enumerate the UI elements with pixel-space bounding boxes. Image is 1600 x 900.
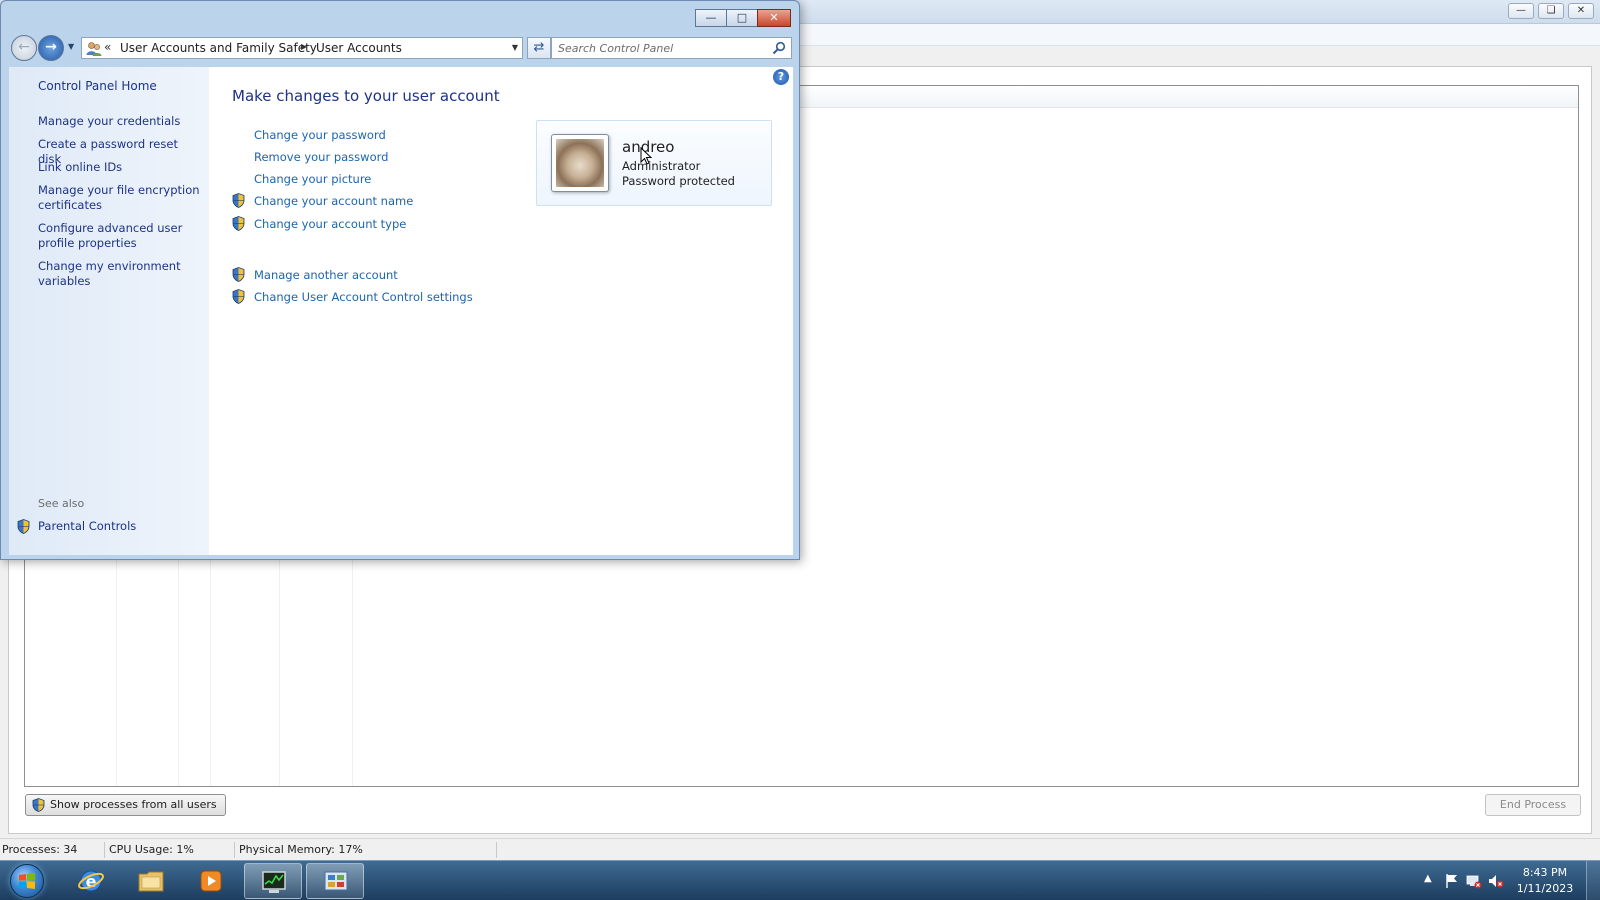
back-button[interactable]: ← [11, 35, 37, 61]
network-icon[interactable] [1466, 873, 1482, 889]
windows-logo-icon [19, 873, 35, 889]
change-uac-settings-link[interactable]: Change User Account Control settings [254, 290, 473, 304]
status-memory: Physical Memory: 17% [239, 843, 363, 856]
breadcrumb-overflow[interactable]: « [104, 40, 111, 54]
minimize-button[interactable]: — [695, 9, 727, 27]
uac-shield-icon [232, 289, 245, 307]
page-title: Make changes to your user account [232, 87, 500, 105]
show-processes-all-users-button[interactable]: Show processes from all users [25, 794, 226, 816]
change-account-type-link[interactable]: Change your account type [254, 217, 406, 231]
status-separator [104, 842, 105, 858]
see-also-label: See also [38, 497, 85, 510]
manage-file-encryption-certificates-link[interactable]: Manage your file encryption certificates [38, 183, 203, 213]
left-task-pane: Control Panel Home Manage your credentia… [9, 67, 209, 555]
forward-button[interactable]: → [38, 35, 64, 61]
mouse-pointer-icon [640, 146, 653, 168]
maximize-button[interactable]: □ [726, 9, 758, 27]
account-picture[interactable] [551, 134, 609, 192]
task-manager-restore-button[interactable]: ❏ [1538, 3, 1564, 19]
folder-icon [138, 871, 164, 892]
search-input[interactable] [558, 40, 763, 56]
taskbar-internet-explorer[interactable]: e [62, 863, 120, 899]
volume-muted-icon[interactable] [1488, 873, 1504, 889]
uac-shield-icon [232, 216, 245, 234]
system-clock[interactable]: 8:43 PM 1/11/2023 [1512, 865, 1578, 897]
show-desktop-button[interactable] [1586, 861, 1600, 900]
end-process-button[interactable]: End Process [1485, 794, 1581, 816]
refresh-icon: ⇄ [533, 40, 545, 55]
search-icon[interactable] [772, 41, 786, 58]
change-picture-link[interactable]: Change your picture [254, 172, 371, 186]
taskbar-media-player[interactable] [182, 863, 240, 899]
taskbar-windows-explorer[interactable] [122, 863, 180, 899]
show-hidden-icons-icon[interactable]: ▲ [1424, 873, 1432, 884]
breadcrumb-user-accounts-family-safety[interactable]: User Accounts and Family Safety [120, 41, 317, 55]
control-panel-icon [324, 871, 348, 891]
window-caption-buttons: — □ ✕ [695, 9, 791, 27]
main-pane: ? Make changes to your user account Chan… [209, 67, 793, 555]
configure-advanced-profile-properties-link[interactable]: Configure advanced user profile properti… [38, 221, 203, 251]
notification-area: ▲ 8:43 PM 1/11/2023 [1400, 861, 1600, 900]
remove-password-link[interactable]: Remove your password [254, 150, 388, 164]
search-box[interactable] [551, 37, 792, 59]
taskbar: e ▲ 8:43 PM 1/11/2023 [0, 860, 1600, 900]
parental-controls-shield-icon [17, 519, 30, 537]
address-dropdown-icon[interactable]: ▼ [512, 43, 518, 52]
task-manager-statusbar: Processes: 34 CPU Usage: 1% Physical Mem… [0, 838, 1600, 860]
manage-credentials-link[interactable]: Manage your credentials [38, 114, 203, 129]
status-separator [496, 842, 497, 858]
clock-date: 1/11/2023 [1516, 882, 1574, 895]
recent-pages-dropdown[interactable]: ▼ [68, 42, 74, 51]
control-panel-content: Control Panel Home Manage your credentia… [9, 67, 793, 555]
action-center-flag-icon[interactable] [1444, 873, 1460, 889]
manage-another-account-link[interactable]: Manage another account [254, 268, 398, 282]
control-panel-home-link[interactable]: Control Panel Home [38, 79, 203, 94]
forward-arrow-icon: → [45, 39, 57, 55]
uac-shield-icon [232, 193, 245, 211]
account-role: Administrator [622, 159, 701, 173]
status-processes: Processes: 34 [2, 843, 78, 856]
task-manager-minimize-button[interactable]: — [1508, 3, 1534, 19]
status-separator [234, 842, 235, 858]
uac-shield-icon [232, 267, 245, 285]
uac-shield-icon [32, 798, 45, 819]
start-button[interactable] [4, 863, 50, 899]
taskbar-task-manager[interactable] [244, 863, 302, 899]
breadcrumb-separator-icon[interactable]: ▶ [301, 42, 307, 51]
change-password-link[interactable]: Change your password [254, 128, 386, 142]
address-bar[interactable]: « User Accounts and Family Safety ▶ User… [81, 37, 523, 59]
parental-controls-link[interactable]: Parental Controls [38, 519, 203, 534]
help-icon[interactable]: ? [773, 69, 789, 85]
task-manager-close-button[interactable]: ✕ [1568, 3, 1594, 19]
navigation-bar: ← → ▼ « User Accounts and Family Safety … [9, 33, 793, 61]
change-account-name-link[interactable]: Change your account name [254, 194, 413, 208]
internet-explorer-icon: e [78, 870, 104, 892]
breadcrumb-user-accounts[interactable]: User Accounts [316, 41, 402, 55]
show-processes-label: Show processes from all users [50, 798, 217, 811]
status-cpu: CPU Usage: 1% [109, 843, 194, 856]
media-player-icon [200, 870, 222, 892]
account-tile[interactable]: andreo Administrator Password protected [536, 120, 772, 206]
task-manager-icon [262, 871, 286, 893]
refresh-button[interactable]: ⇄ [527, 37, 551, 59]
control-panel-window: — □ ✕ ← → ▼ « User Accounts and Family S… [0, 0, 800, 560]
close-button[interactable]: ✕ [757, 9, 791, 27]
back-arrow-icon: ← [18, 39, 30, 55]
account-password-status: Password protected [622, 174, 735, 188]
cat-picture-icon [556, 139, 604, 187]
user-accounts-icon [86, 41, 102, 60]
clock-time: 8:43 PM [1522, 866, 1568, 879]
taskbar-control-panel[interactable] [306, 863, 364, 899]
link-online-ids-link[interactable]: Link online IDs [38, 160, 203, 175]
change-environment-variables-link[interactable]: Change my environment variables [38, 259, 203, 289]
